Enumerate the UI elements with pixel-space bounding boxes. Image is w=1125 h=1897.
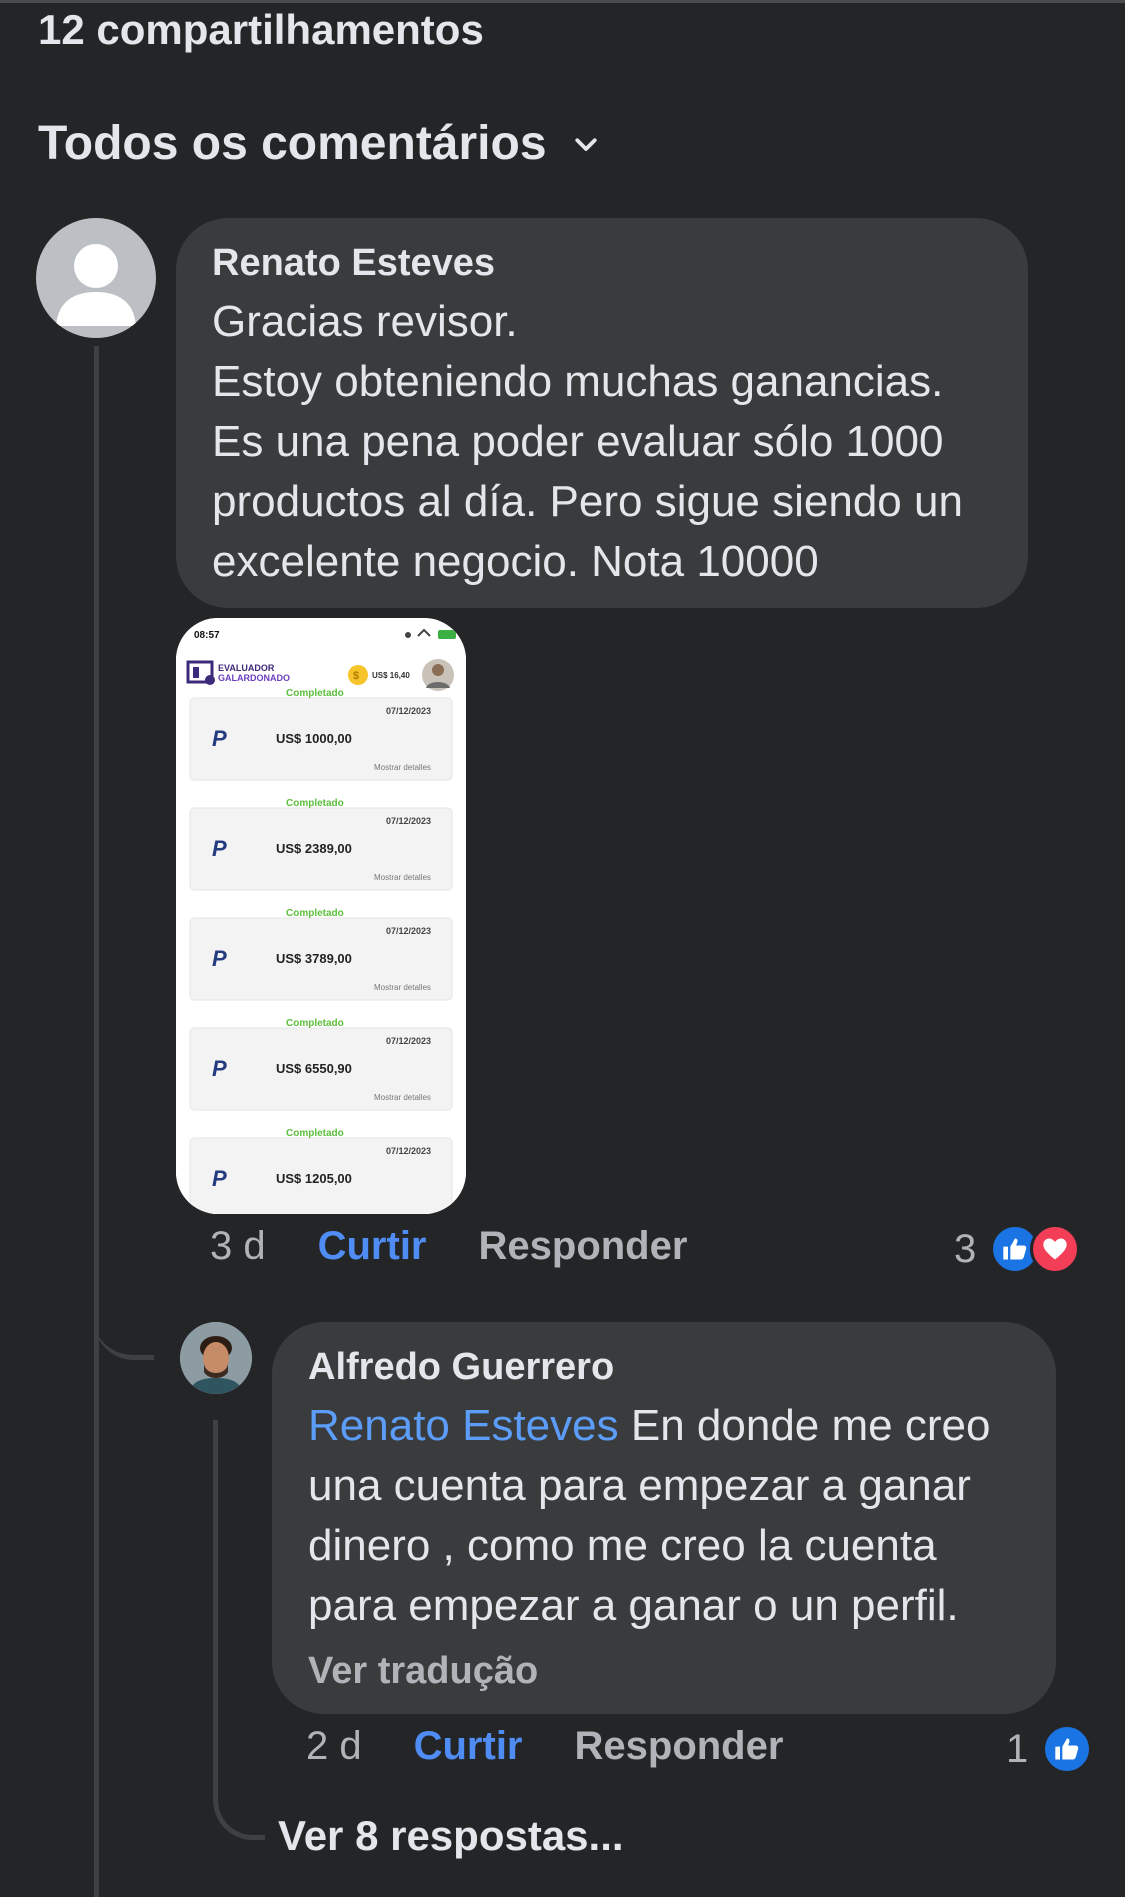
paypal-icon: P — [212, 1166, 227, 1191]
payment-details-link: Mostrar detalles — [374, 1093, 431, 1102]
payment-date: 07/12/2023 — [386, 926, 431, 936]
payment-details-link: Mostrar detalles — [374, 873, 431, 882]
comment-actions: 3 d Curtir Responder — [210, 1224, 687, 1269]
comment-bubble: Renato Esteves Gracias revisor. Estoy ob… — [176, 218, 1028, 608]
svg-text:$: $ — [353, 670, 359, 682]
payment-details-link: Mostrar detalles — [374, 983, 431, 992]
paypal-icon: P — [212, 946, 227, 971]
shares-count[interactable]: 12 compartilhamentos — [38, 6, 484, 54]
payment-status: Completado — [286, 1128, 344, 1139]
paypal-icon: P — [212, 1056, 227, 1081]
avatar[interactable] — [36, 218, 156, 338]
comment-text: Gracias revisor. Estoy obteniendo muchas… — [212, 296, 963, 586]
like-reaction-icon — [1042, 1724, 1093, 1774]
payment-amount: US$ 1205,00 — [276, 1171, 352, 1186]
thread-elbow-more — [213, 1760, 265, 1840]
like-button[interactable]: Curtir — [414, 1724, 523, 1769]
reaction-count: 1 — [1006, 1726, 1029, 1771]
comment-author[interactable]: Renato Esteves — [212, 240, 992, 288]
thread-line-reply — [213, 1420, 218, 1800]
balance: US$ 16,40 — [372, 671, 410, 680]
comments-page: 12 compartilhamentos Todos os comentário… — [0, 0, 1125, 1897]
reply-button[interactable]: Responder — [479, 1224, 688, 1269]
payment-status: Completado — [286, 688, 344, 699]
brand-bottom: GALARDONADO — [218, 673, 290, 683]
default-profile-icon — [56, 244, 136, 326]
comment-text: Renato Esteves En donde me creo una cuen… — [308, 1396, 1020, 1636]
reply-button[interactable]: Responder — [575, 1724, 784, 1769]
reactions-summary[interactable]: 1 — [1006, 1724, 1093, 1774]
profile-photo-icon — [180, 1322, 252, 1394]
payment-amount: US$ 1000,00 — [276, 731, 352, 746]
see-translation-link[interactable]: Ver tradução — [308, 1650, 1020, 1693]
love-reaction-icon — [1030, 1224, 1081, 1274]
attached-screenshot[interactable]: 08:57 EVALUADOR GALARDONADO $ US$ 16,40 … — [176, 618, 466, 1214]
comment-filter-dropdown[interactable]: Todos os comentários — [38, 116, 601, 171]
chevron-down-icon — [574, 137, 597, 151]
paypal-icon: P — [212, 726, 227, 751]
thread-elbow-reply — [94, 1280, 154, 1360]
payment-details-link: Mostrar detalles — [374, 763, 431, 772]
payment-status: Completado — [286, 798, 344, 809]
comment-time[interactable]: 2 d — [306, 1724, 362, 1769]
payment-date: 07/12/2023 — [386, 816, 431, 826]
payment-date: 07/12/2023 — [386, 706, 431, 716]
reaction-count: 3 — [954, 1226, 977, 1271]
like-button[interactable]: Curtir — [318, 1224, 427, 1269]
payment-amount: US$ 6550,90 — [276, 1061, 352, 1076]
payment-history-image: 08:57 EVALUADOR GALARDONADO $ US$ 16,40 … — [176, 618, 466, 1214]
payment-date: 07/12/2023 — [386, 1146, 431, 1156]
payment-status: Completado — [286, 1018, 344, 1029]
thread-line-main — [94, 346, 99, 1897]
reply-bubble: Alfredo Guerrero Renato Esteves En donde… — [272, 1322, 1056, 1714]
brand-top: EVALUADOR — [218, 663, 275, 673]
paypal-icon: P — [212, 836, 227, 861]
status-time: 08:57 — [194, 630, 220, 641]
payment-amount: US$ 3789,00 — [276, 951, 352, 966]
comment-filter-label: Todos os comentários — [38, 117, 547, 170]
avatar[interactable] — [180, 1322, 252, 1394]
payment-date: 07/12/2023 — [386, 1036, 431, 1046]
comment-time[interactable]: 3 d — [210, 1224, 266, 1269]
reactions-summary[interactable]: 3 — [954, 1224, 1081, 1274]
mention-link[interactable]: Renato Esteves — [308, 1401, 619, 1450]
payment-status: Completado — [286, 908, 344, 919]
payment-amount: US$ 2389,00 — [276, 841, 352, 856]
view-more-replies-link[interactable]: Ver 8 respostas... — [278, 1812, 624, 1860]
reply-actions: 2 d Curtir Responder — [306, 1724, 783, 1769]
comment-author[interactable]: Alfredo Guerrero — [308, 1344, 1020, 1392]
